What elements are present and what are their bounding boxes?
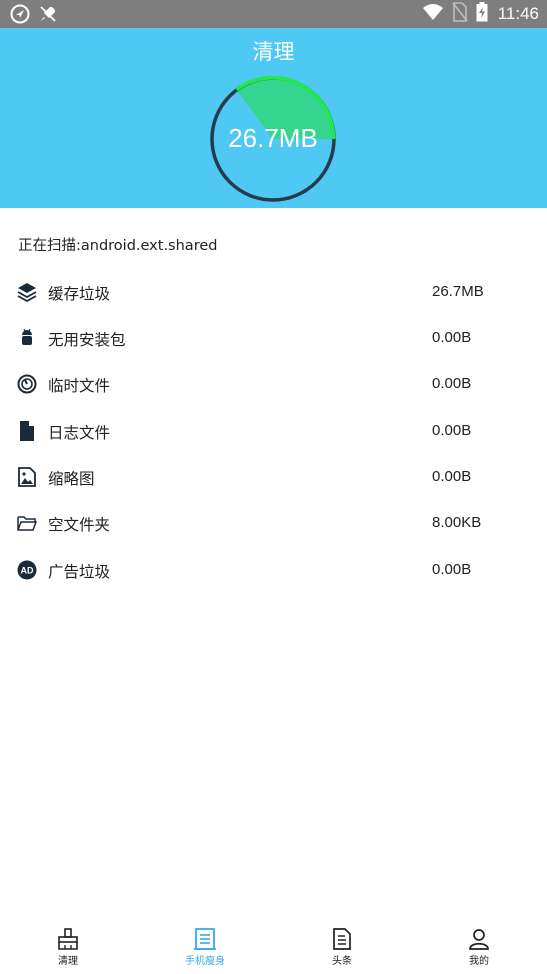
- battery-charging-icon: [476, 2, 488, 26]
- junk-item-label: 缓存垃圾: [48, 285, 111, 303]
- nav-label: 手机瘦身: [185, 956, 225, 967]
- clock-icon: [17, 373, 37, 395]
- news-icon: [333, 928, 351, 950]
- scanning-status: 正在扫描:android.ext.shared: [18, 238, 218, 254]
- junk-item-value: 26.7MB: [432, 283, 484, 300]
- nav-label: 清理: [58, 956, 78, 967]
- image-icon: [17, 466, 37, 488]
- junk-item-value: 0.00B: [432, 468, 472, 485]
- junk-item-value: 0.00B: [432, 422, 472, 439]
- junk-item-apk[interactable]: 无用安装包 0.00B: [0, 318, 547, 358]
- nav-label: 头条: [332, 956, 352, 967]
- junk-item-empty-folder[interactable]: 空文件夹 8.00KB: [0, 503, 547, 543]
- wifi-icon: [422, 3, 444, 25]
- junk-item-value: 0.00B: [432, 375, 472, 392]
- junk-item-label: 缩略图: [48, 470, 95, 488]
- nav-tab-phone-slim[interactable]: 手机瘦身: [155, 920, 255, 974]
- status-bar: 11:46: [0, 0, 547, 28]
- page-title: 清理: [252, 40, 295, 64]
- layers-icon: [17, 281, 37, 303]
- file-icon: [17, 420, 37, 442]
- junk-item-label: 广告垃圾: [48, 563, 111, 581]
- junk-item-label: 无用安装包: [48, 331, 126, 349]
- junk-item-temp[interactable]: 临时文件 0.00B: [0, 364, 547, 404]
- ad-icon: AD: [17, 559, 37, 581]
- svg-text:AD: AD: [21, 566, 34, 576]
- junk-item-label: 日志文件: [48, 424, 111, 442]
- junk-item-log[interactable]: 日志文件 0.00B: [0, 411, 547, 451]
- no-sim-icon: [452, 2, 468, 26]
- junk-item-cache[interactable]: 缓存垃圾 26.7MB: [0, 272, 547, 312]
- rocket-off-icon: [38, 4, 58, 28]
- nav-tab-clean[interactable]: 清理: [18, 920, 118, 974]
- status-time: 11:46: [497, 4, 539, 23]
- junk-item-thumbnail[interactable]: 缩略图 0.00B: [0, 457, 547, 497]
- junk-item-value: 0.00B: [432, 561, 472, 578]
- junk-item-label: 临时文件: [48, 377, 111, 395]
- nav-label: 我的: [469, 956, 489, 967]
- document-list-icon: [194, 928, 216, 950]
- android-icon: [17, 327, 37, 349]
- broom-icon: [58, 928, 78, 950]
- navigation-icon: [10, 4, 30, 28]
- junk-item-value: 0.00B: [432, 329, 472, 346]
- bottom-nav: 清理 手机瘦身 头条 我的: [0, 920, 547, 974]
- folder-icon: [17, 512, 38, 534]
- person-icon: [469, 929, 489, 950]
- nav-tab-mine[interactable]: 我的: [429, 920, 529, 974]
- junk-item-ad[interactable]: AD 广告垃圾 0.00B: [0, 550, 547, 590]
- nav-tab-headlines[interactable]: 头条: [292, 920, 392, 974]
- junk-item-label: 空文件夹: [48, 516, 111, 534]
- junk-item-value: 8.00KB: [432, 514, 482, 531]
- junk-size-text: 26.7MB: [228, 123, 318, 153]
